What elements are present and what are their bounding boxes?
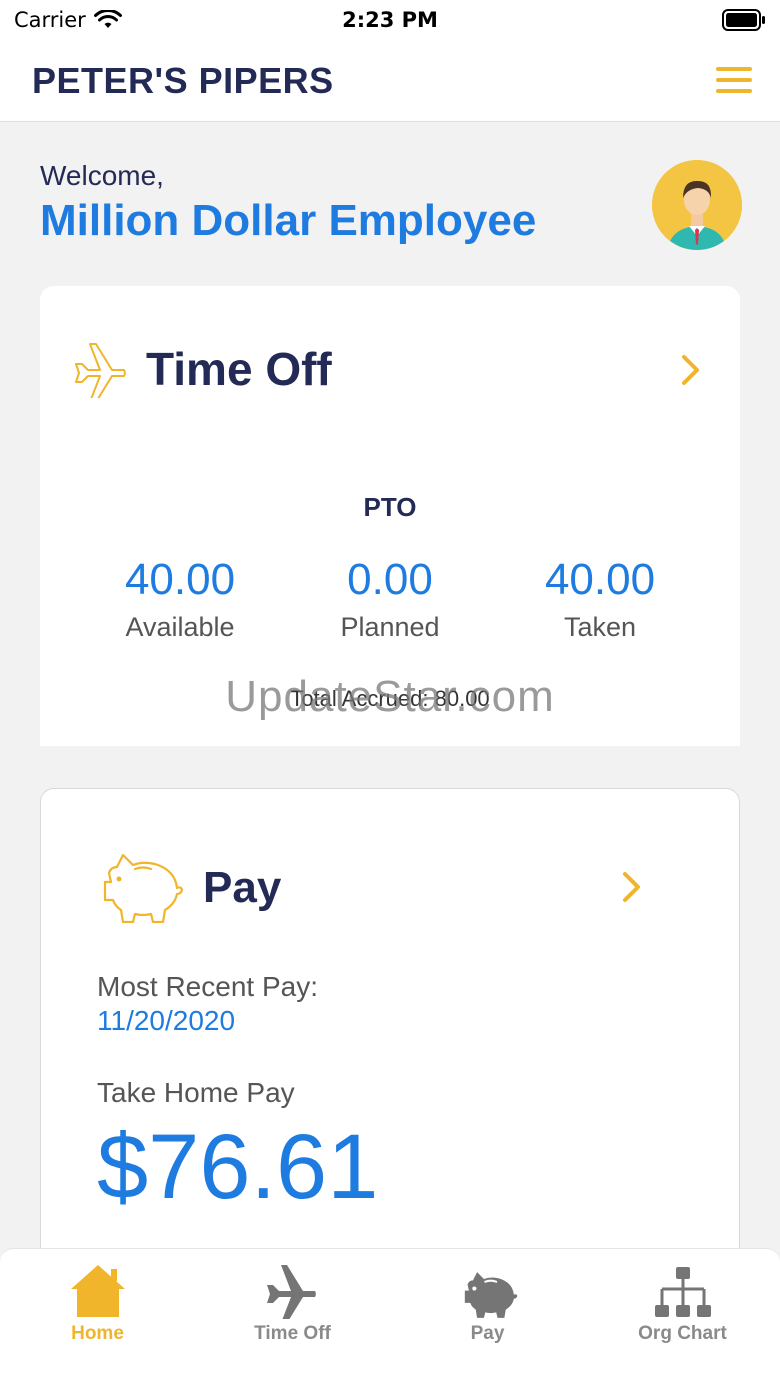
pto-taken-value: 40.00 bbox=[544, 555, 656, 604]
most-recent-pay-date: 11/20/2020 bbox=[97, 1005, 236, 1036]
welcome-label: Welcome, bbox=[40, 160, 164, 191]
tab-time-off[interactable]: Time Off bbox=[195, 1263, 390, 1345]
pto-taken-label: Taken bbox=[563, 612, 637, 642]
battery-icon bbox=[722, 9, 765, 31]
status-bar: Carrier 2:23 PM bbox=[0, 0, 780, 40]
tab-org-chart-label: Org Chart bbox=[638, 1323, 727, 1344]
tab-home[interactable]: Home bbox=[0, 1263, 195, 1345]
tab-pay-label: Pay bbox=[470, 1323, 505, 1344]
pay-title: Pay bbox=[203, 863, 282, 912]
time-off-chevron-icon[interactable] bbox=[680, 354, 702, 386]
app-header: PETER'S PIPERS bbox=[0, 40, 780, 122]
employee-name: Million Dollar Employee bbox=[40, 196, 537, 245]
pto-available-label: Available bbox=[125, 612, 235, 642]
employee-avatar-icon[interactable] bbox=[652, 160, 742, 250]
home-icon bbox=[70, 1265, 125, 1317]
pto-available-value: 40.00 bbox=[124, 555, 236, 604]
clock: 2:23 PM bbox=[342, 8, 438, 32]
tab-time-off-label: Time Off bbox=[254, 1323, 331, 1344]
hamburger-menu-icon[interactable] bbox=[716, 67, 752, 93]
piggy-bank-icon bbox=[464, 1272, 517, 1318]
pay-chevron-icon[interactable] bbox=[621, 871, 643, 903]
tab-pay[interactable]: Pay bbox=[390, 1263, 585, 1345]
tab-home-label: Home bbox=[71, 1323, 124, 1344]
org-chart-icon bbox=[654, 1267, 711, 1317]
pto-planned-value: 0.00 bbox=[347, 555, 433, 604]
pto-planned: 0.00 Planned bbox=[290, 558, 490, 643]
airplane-icon bbox=[75, 343, 126, 398]
piggy-bank-icon bbox=[103, 853, 183, 923]
app-screen: Carrier 2:23 PM PETER'S PIPERS Welcome, … bbox=[0, 0, 780, 1387]
time-off-card[interactable]: Time Off PTO 40.00 Available 0.00 Planne… bbox=[40, 286, 740, 746]
take-home-pay-amount: $76.61 bbox=[97, 1116, 379, 1218]
tab-org-chart[interactable]: Org Chart bbox=[585, 1263, 780, 1345]
total-accrued: Total Accrued: 80.00 bbox=[290, 686, 490, 711]
pto-available: 40.00 Available bbox=[80, 558, 280, 643]
pto-taken: 40.00 Taken bbox=[500, 558, 700, 643]
most-recent-pay-label: Most Recent Pay: bbox=[97, 971, 318, 1002]
take-home-pay-label: Take Home Pay bbox=[97, 1077, 295, 1108]
bottom-tab-bar: Home Time Off Pay Org Chart bbox=[0, 1248, 780, 1387]
pto-label: PTO bbox=[363, 492, 417, 522]
pto-planned-label: Planned bbox=[340, 612, 440, 642]
time-off-title: Time Off bbox=[146, 343, 332, 395]
brand-title: PETER'S PIPERS bbox=[32, 60, 334, 101]
airplane-icon bbox=[266, 1265, 316, 1319]
